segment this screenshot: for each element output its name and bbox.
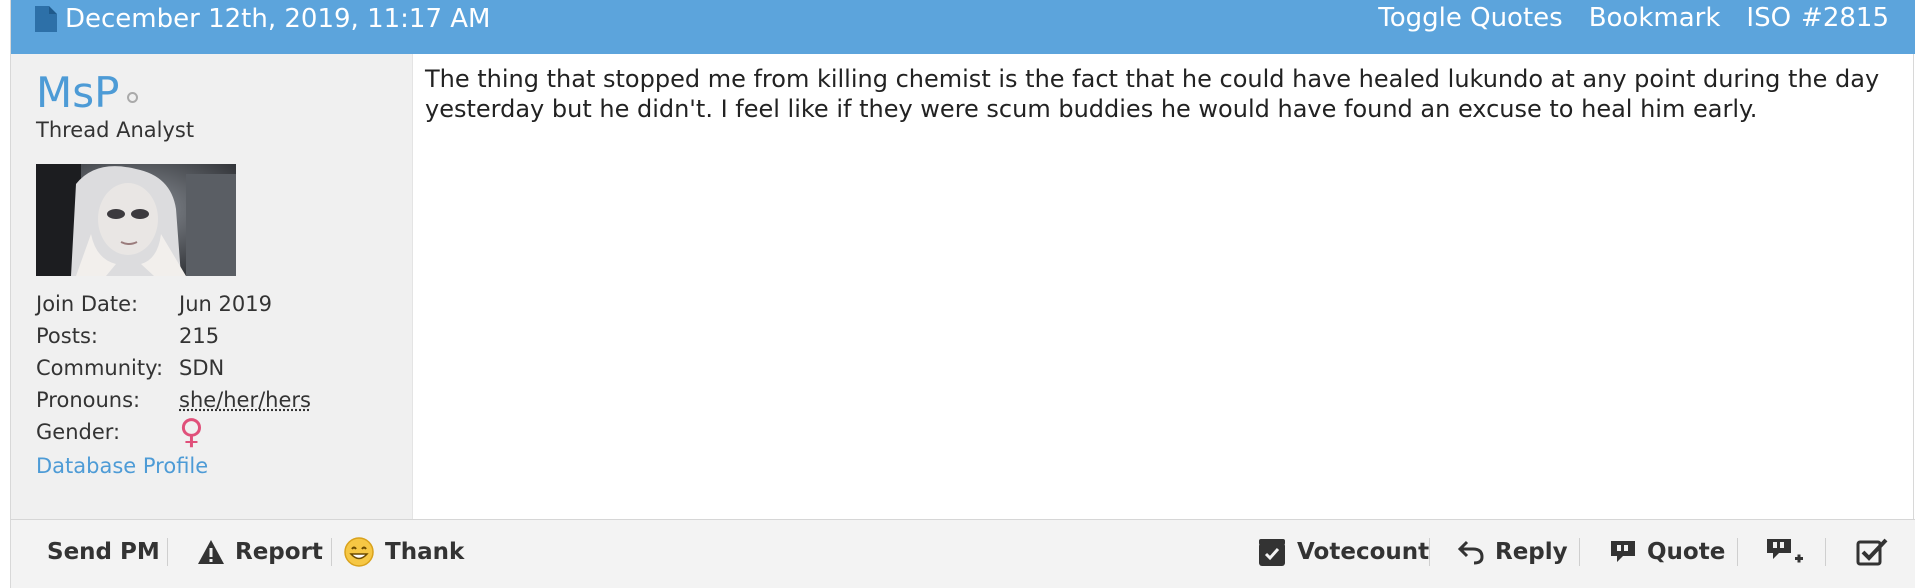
quote-label: Quote [1647,539,1726,565]
iso-group: ISO #2815 [1746,3,1889,33]
female-gender-icon: ♀ [179,412,204,452]
stat-label: Community: [36,356,164,380]
post-number-link[interactable]: #2815 [1801,3,1889,33]
user-title: Thread Analyst [36,118,195,142]
report-label: Report [235,539,323,565]
document-icon [35,6,57,32]
iso-link[interactable]: ISO [1746,3,1791,33]
post-header-actions: Toggle Quotes Bookmark ISO #2815 [1378,0,1889,36]
avatar[interactable] [36,164,236,276]
votecount-icon [1259,539,1285,566]
forum-post: December 12th, 2019, 11:17 AM Toggle Quo… [10,0,1915,588]
stat-value: 215 [179,324,220,348]
checkbox-select-icon [1856,538,1888,566]
post-date-area: December 12th, 2019, 11:17 AM [35,0,490,38]
footer-separator [1737,538,1738,566]
stat-value: Jun 2019 [179,292,272,316]
avatar-image [36,164,236,276]
bookmark-link[interactable]: Bookmark [1589,3,1721,33]
thank-label: Thank [385,539,465,565]
post-timestamp: December 12th, 2019, 11:17 AM [65,4,491,34]
stat-join-date: Join Date: Jun 2019 [36,288,311,320]
reply-arrow-icon [1457,540,1484,565]
footer-separator [331,538,332,566]
footer-separator [1579,538,1580,566]
select-post-button[interactable] [1855,520,1889,584]
toggle-quotes-link[interactable]: Toggle Quotes [1378,3,1562,33]
multi-quote-icon [1767,539,1803,563]
multi-quote-button[interactable] [1765,520,1805,584]
stat-label: Pronouns: [36,388,141,412]
thank-smiley-icon [344,537,374,567]
footer-separator [167,538,168,566]
quote-button[interactable]: Quote [1609,520,1725,584]
send-pm-label: Send PM [47,539,160,565]
stat-gender: Gender: ♀ [36,412,311,452]
votecount-button[interactable]: Votecount [1257,520,1429,584]
reply-label: Reply [1495,539,1568,565]
reply-button[interactable]: Reply [1457,520,1568,584]
footer-separator [1825,538,1826,566]
user-info-panel: MsP Thread Analyst Join Date: Jun 2019 P… [11,54,413,519]
online-status-icon [127,92,139,103]
username-row: MsP [36,68,139,117]
post-footer: Send PM Report Thank Votecount Reply Quo… [11,520,1915,588]
stat-label: Posts: [36,324,98,348]
user-stats: Join Date: Jun 2019 Posts: 215 Community… [36,288,311,452]
stat-posts: Posts: 215 [36,320,311,352]
stat-value: SDN [179,356,225,380]
thank-button[interactable]: Thank [343,520,464,584]
pronouns-value[interactable]: she/her/hers [179,388,311,412]
post-content: The thing that stopped me from killing c… [425,65,1880,123]
report-button[interactable]: Report [197,520,323,584]
footer-separator [1429,538,1430,566]
stat-label: Join Date: [36,292,139,316]
votecount-label: Votecount [1297,539,1430,565]
database-profile-link[interactable]: Database Profile [36,454,208,478]
post-header: December 12th, 2019, 11:17 AM Toggle Quo… [11,0,1915,54]
warning-icon [198,540,224,564]
username-link[interactable]: MsP [36,68,119,117]
send-pm-button[interactable]: Send PM [47,520,160,584]
quote-icon [1611,541,1635,562]
stat-community: Community: SDN [36,352,311,384]
stat-pronouns: Pronouns: she/her/hers [36,384,311,416]
stat-label: Gender: [36,420,121,444]
